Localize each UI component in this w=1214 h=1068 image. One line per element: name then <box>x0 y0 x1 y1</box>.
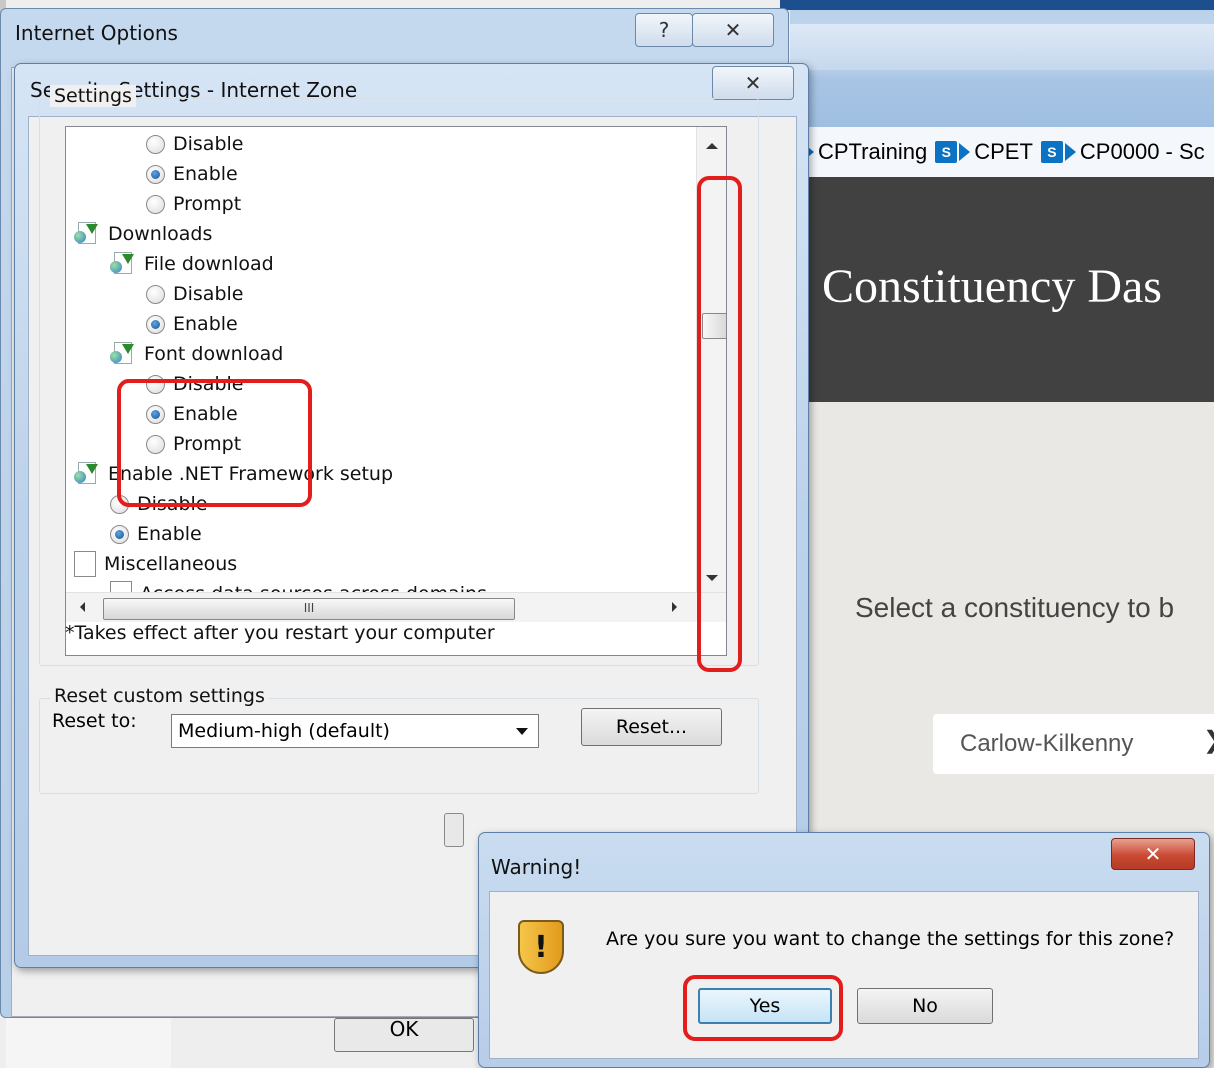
horizontal-scrollbar[interactable]: III <box>66 592 726 622</box>
radio-checked-icon[interactable] <box>146 314 165 334</box>
sharepoint-arrow-icon <box>1064 143 1076 161</box>
tree-row-label: Disable <box>173 283 244 305</box>
window-title: Internet Options <box>15 21 178 45</box>
settings-group-label: Settings <box>50 85 136 107</box>
sharepoint-icon: S <box>935 141 958 163</box>
close-button[interactable]: ✕ <box>692 13 774 47</box>
browser-toolbar <box>790 24 1214 70</box>
constituency-select[interactable]: Carlow-Kilkenny ❯ <box>933 714 1214 774</box>
select-prompt: Select a constituency to b <box>855 592 1175 623</box>
chevron-down-icon: ❯ <box>1203 726 1214 755</box>
radio-option[interactable]: Disable <box>146 369 243 399</box>
favorite-cp0000[interactable]: S CP0000 - Sc <box>1040 139 1205 165</box>
favorite-label: CPTraining <box>818 139 928 164</box>
tree-row-label: Enable <box>173 403 238 425</box>
horizontal-scroll-thumb[interactable]: III <box>103 598 515 620</box>
sharepoint-arrow-icon <box>959 143 971 161</box>
tree-row-label: Enable .NET Framework setup <box>108 463 394 485</box>
favorite-cpet[interactable]: S CPET <box>935 139 1033 165</box>
page-header: Constituency Das <box>805 177 1214 402</box>
tree-row-label: Prompt <box>173 193 242 215</box>
radio-option[interactable]: Enable <box>110 519 202 549</box>
tree-row-label: Enable <box>173 313 238 335</box>
reset-level-select[interactable]: Medium-high (default) <box>171 714 539 748</box>
radio-option[interactable]: Enable <box>146 399 238 429</box>
reset-group-label: Reset custom settings <box>50 685 269 707</box>
radio-option[interactable]: Prompt <box>146 429 241 459</box>
download-setting-icon <box>74 462 100 486</box>
download-setting-icon <box>110 342 136 366</box>
reset-to-label: Reset to: <box>52 710 137 732</box>
download-setting-icon <box>74 222 100 246</box>
tree-row-label: Font download <box>144 343 284 365</box>
warning-dialog: Warning! ✕ ! Are you sure you want to ch… <box>478 832 1210 1068</box>
browser-top-strip <box>780 0 1214 10</box>
scroll-right-arrow-icon[interactable] <box>672 602 677 612</box>
radio-checked-icon[interactable] <box>146 404 165 424</box>
setting-category[interactable]: Miscellaneous <box>74 549 237 579</box>
tree-row-label: Enable <box>137 523 202 545</box>
scroll-thumb[interactable] <box>702 313 726 339</box>
vertical-scrollbar[interactable] <box>696 127 726 592</box>
favorites-bar: CPTraining S CPET S CP0000 - Sc <box>803 127 1214 177</box>
favorite-label: CPET <box>974 139 1033 164</box>
favorite-cptraining[interactable]: CPTraining <box>803 139 928 165</box>
help-button[interactable]: ? <box>635 13 693 47</box>
radio-unchecked-icon[interactable] <box>146 134 165 154</box>
radio-option[interactable]: Prompt <box>146 189 241 219</box>
download-setting-icon <box>110 252 136 276</box>
warning-message: Are you sure you want to change the sett… <box>606 928 1175 950</box>
tree-row-label: Disable <box>173 133 244 155</box>
setting-category[interactable]: File download <box>110 249 274 279</box>
scroll-up-arrow-icon[interactable] <box>706 143 718 149</box>
document-icon <box>74 551 96 577</box>
tree-row-label: File download <box>144 253 274 275</box>
desktop-area <box>6 1015 171 1068</box>
tree-row-label: Downloads <box>108 223 213 245</box>
settings-tree: Disable Enable Prompt Downloads File downloa… <box>65 126 727 656</box>
reset-button[interactable]: Reset... <box>581 708 722 746</box>
reset-level-value: Medium-high (default) <box>178 720 390 742</box>
warning-title: Warning! <box>491 855 582 879</box>
setting-category[interactable]: Downloads <box>74 219 212 249</box>
tree-row-label: Miscellaneous <box>104 553 238 575</box>
ok-button[interactable]: OK <box>334 1018 474 1052</box>
radio-checked-icon[interactable] <box>110 524 129 544</box>
dialog-ok-button[interactable] <box>444 813 464 847</box>
favorite-label: CP0000 - Sc <box>1079 139 1205 164</box>
radio-option[interactable]: Enable <box>146 309 238 339</box>
radio-unchecked-icon[interactable] <box>146 194 165 214</box>
close-button[interactable]: ✕ <box>1111 838 1195 870</box>
radio-unchecked-icon[interactable] <box>110 494 129 514</box>
restart-note: *Takes effect after you restart your com… <box>65 622 495 644</box>
radio-option[interactable]: Disable <box>146 129 243 159</box>
radio-unchecked-icon[interactable] <box>146 434 165 454</box>
dropdown-arrow-icon <box>516 728 528 735</box>
no-button[interactable]: No <box>857 988 993 1024</box>
setting-category[interactable]: Font download <box>110 339 283 369</box>
warning-client: ! Are you sure you want to change the se… <box>489 891 1199 1059</box>
scroll-left-arrow-icon[interactable] <box>80 602 85 612</box>
tree-row-label: Prompt <box>173 433 242 455</box>
page-title: Constituency Das <box>822 260 1162 313</box>
close-button[interactable]: ✕ <box>712 66 794 100</box>
yes-button[interactable]: Yes <box>698 988 832 1024</box>
sharepoint-icon: S <box>1040 141 1063 163</box>
warning-shield-icon: ! <box>518 920 564 974</box>
radio-unchecked-icon[interactable] <box>146 284 165 304</box>
radio-option[interactable]: Disable <box>110 489 207 519</box>
tree-row-label: Enable <box>173 163 238 185</box>
radio-unchecked-icon[interactable] <box>146 374 165 394</box>
constituency-value: Carlow-Kilkenny <box>960 730 1134 757</box>
setting-category[interactable]: Enable .NET Framework setup <box>74 459 393 489</box>
tree-row-label: Disable <box>173 373 244 395</box>
scroll-down-arrow-icon[interactable] <box>706 575 718 581</box>
radio-option[interactable]: Enable <box>146 159 238 189</box>
tree-row-label: Disable <box>137 493 208 515</box>
radio-checked-icon[interactable] <box>146 164 165 184</box>
radio-option[interactable]: Disable <box>146 279 243 309</box>
